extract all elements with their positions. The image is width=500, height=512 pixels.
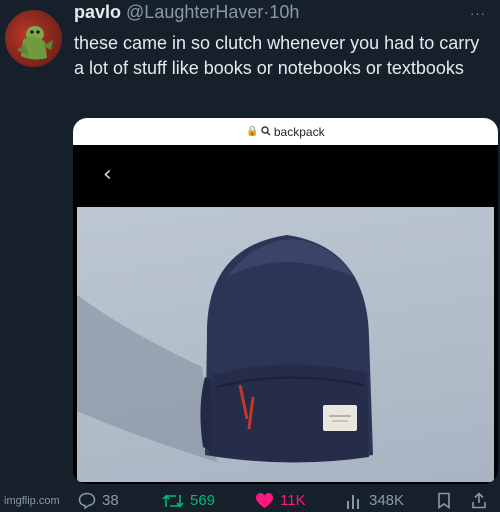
tweet-header: pavlo @LaughterHaver·10h	[74, 2, 299, 23]
watermark: imgflip.com	[4, 495, 60, 507]
search-icon	[261, 125, 271, 139]
more-options-icon[interactable]: ···	[470, 6, 486, 21]
like-button[interactable]: 11K	[255, 492, 306, 509]
views-icon	[347, 494, 359, 509]
url-bar: 🔒 backpack	[73, 118, 498, 145]
url-text: backpack	[273, 124, 325, 139]
retweet-icon	[162, 493, 184, 508]
user-handle[interactable]: @LaughterHaver	[126, 2, 263, 22]
views-button[interactable]: 348K	[345, 492, 404, 509]
reply-icon	[78, 492, 96, 509]
reply-count: 38	[102, 492, 119, 509]
bookmark-button[interactable]	[437, 492, 457, 509]
bookmark-icon	[438, 492, 450, 509]
retweet-button[interactable]: 569	[162, 492, 215, 509]
views-count: 348K	[369, 492, 405, 509]
tweet-text: these came in so clutch whenever you had…	[74, 33, 480, 78]
backpack-photo	[77, 207, 494, 482]
lock-icon: 🔒	[246, 126, 259, 137]
backpack-image	[77, 235, 373, 463]
retweet-count: 569	[190, 492, 216, 509]
action-bar: imgflip.com 38 569 11K 348K	[0, 492, 500, 512]
reply-button[interactable]: 38	[78, 492, 119, 509]
tweet-time[interactable]: 10h	[269, 2, 299, 22]
share-button[interactable]	[471, 492, 493, 509]
avatar[interactable]	[5, 10, 62, 67]
chevron-left-icon: ‹	[103, 162, 112, 187]
page-navbar: ‹	[73, 145, 498, 205]
display-name[interactable]: pavlo	[74, 2, 121, 22]
heart-icon	[256, 493, 273, 508]
avatar-image	[17, 26, 53, 60]
like-count: 11K	[280, 492, 306, 509]
share-icon	[472, 492, 486, 509]
embedded-screenshot[interactable]: 🔒 backpack ‹	[73, 118, 498, 484]
